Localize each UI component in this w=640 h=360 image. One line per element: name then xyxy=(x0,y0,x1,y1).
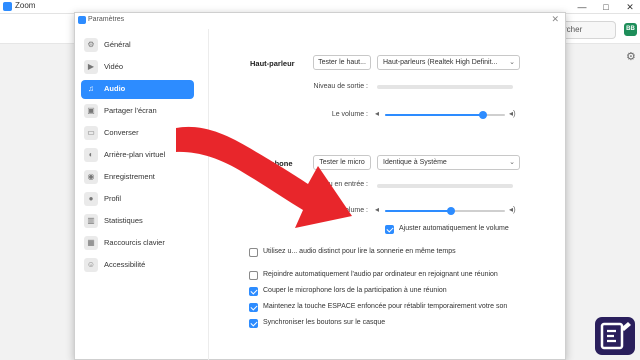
watermark-logo-icon xyxy=(595,317,635,355)
volume-high-icon: ◂) xyxy=(509,205,516,214)
microphone-section-label: Microphone xyxy=(250,159,293,168)
input-level-meter xyxy=(377,184,513,188)
sidebar-item-general[interactable]: ⚙ Général xyxy=(81,36,194,55)
chevron-down-icon: ⌄ xyxy=(509,159,515,166)
test-speaker-button[interactable]: Tester le haut... xyxy=(313,55,371,70)
sidebar-item-label: Partager l'écran xyxy=(104,106,157,115)
minimize-button[interactable]: — xyxy=(572,0,592,14)
output-level-meter xyxy=(377,85,513,89)
microphone-volume-label: Le volume : xyxy=(331,207,368,214)
record-icon: ◉ xyxy=(84,170,98,184)
sidebar-item-profile[interactable]: ● Profil xyxy=(81,190,194,209)
sidebar-item-label: Enregistrement xyxy=(104,172,155,181)
chevron-down-icon: ⌄ xyxy=(509,59,515,66)
avatar[interactable]: BB xyxy=(624,23,637,36)
sidebar-item-virtual-background[interactable]: ◐ Arrière-plan virtuel xyxy=(81,146,194,165)
sidebar-item-share-screen[interactable]: ▣ Partager l'écran xyxy=(81,102,194,121)
option-checkbox[interactable] xyxy=(249,287,258,296)
sidebar-item-label: Converser xyxy=(104,128,139,137)
volume-high-icon: ◂) xyxy=(509,109,516,118)
option-label: Maintenez la touche ESPACE enfoncée pour… xyxy=(263,303,508,310)
statistics-icon: ▥ xyxy=(84,214,98,228)
search-input[interactable]: rcher xyxy=(560,21,616,39)
sidebar-item-video[interactable]: ▶ Vidéo xyxy=(81,58,194,77)
speaker-section-label: Haut-parleur xyxy=(250,59,295,68)
speaker-volume-slider[interactable] xyxy=(385,111,505,119)
option-label: Utilisez u... audio distinct pour lire l… xyxy=(263,248,456,255)
option-label: Synchroniser les boutons sur le casque xyxy=(263,319,386,326)
auto-adjust-checkbox[interactable] xyxy=(385,225,394,234)
volume-low-icon: ◂ xyxy=(375,109,380,118)
sidebar-item-label: Vidéo xyxy=(104,62,124,71)
maximize-button[interactable]: □ xyxy=(596,0,616,14)
microphone-device-value: Identique à Système xyxy=(383,159,447,166)
slider-fill xyxy=(385,210,451,212)
slider-thumb[interactable] xyxy=(479,111,488,119)
video-icon: ▶ xyxy=(84,60,98,74)
gear-icon: ⚙ xyxy=(84,38,98,52)
headphones-icon: ♫ xyxy=(84,82,98,96)
dialog-titlebar: Paramètres ✕ xyxy=(75,13,565,29)
sidebar-item-audio[interactable]: ♫ Audio xyxy=(81,80,194,99)
auto-adjust-label: Ajuster automatiquement le volume xyxy=(399,225,509,232)
output-level-label: Niveau de sortie : xyxy=(313,83,368,90)
close-window-button[interactable]: ✕ xyxy=(620,0,640,14)
input-level-label: Niveau en entrée : xyxy=(310,181,368,188)
sidebar-item-label: Statistiques xyxy=(104,216,143,225)
sidebar-item-recording[interactable]: ◉ Enregistrement xyxy=(81,168,194,187)
volume-low-icon: ◂ xyxy=(375,205,380,214)
sidebar-item-chat[interactable]: ▭ Converser xyxy=(81,124,194,143)
accessibility-icon: ☺ xyxy=(84,258,98,272)
profile-icon: ● xyxy=(84,192,98,206)
sidebar-item-label: Général xyxy=(104,40,131,49)
microphone-device-select[interactable]: Identique à Système ⌄ xyxy=(377,155,520,170)
microphone-volume-slider[interactable] xyxy=(385,207,505,215)
option-checkbox[interactable] xyxy=(249,303,258,312)
keyboard-icon: ▦ xyxy=(84,236,98,250)
zoom-logo-icon xyxy=(3,2,12,11)
dialog-close-button[interactable]: ✕ xyxy=(551,14,559,25)
option-checkbox[interactable] xyxy=(249,319,258,328)
slider-thumb[interactable] xyxy=(447,207,455,215)
sidebar-item-statistics[interactable]: ▥ Statistiques xyxy=(81,212,194,231)
audio-settings-panel: Haut-parleur Tester le haut... Haut-parl… xyxy=(210,29,566,360)
zoom-logo-icon xyxy=(78,16,86,24)
sidebar-item-accessibility[interactable]: ☺ Accessibilité xyxy=(81,256,194,275)
virtual-background-icon: ◐ xyxy=(84,148,98,162)
sidebar-item-label: Arrière-plan virtuel xyxy=(104,150,166,159)
sidebar-item-label: Profil xyxy=(104,194,122,203)
option-checkbox[interactable] xyxy=(249,248,258,257)
speaker-device-select[interactable]: Haut-parleurs (Realtek High Definit... ⌄ xyxy=(377,55,520,70)
speaker-device-value: Haut-parleurs (Realtek High Definit... xyxy=(383,59,498,66)
settings-sidebar: ⚙ Général ▶ Vidéo ♫ Audio ▣ Partager l'é… xyxy=(75,29,209,360)
option-checkbox[interactable] xyxy=(249,271,258,280)
option-label: Couper le microphone lors de la particip… xyxy=(263,287,447,294)
option-label: Rejoindre automatiquement l'audio par or… xyxy=(263,271,498,278)
sidebar-item-label: Audio xyxy=(104,84,126,93)
speaker-volume-label: Le volume : xyxy=(331,111,368,118)
share-screen-icon: ▣ xyxy=(84,104,98,118)
sidebar-item-keyboard-shortcuts[interactable]: ▦ Raccourcis clavier xyxy=(81,234,194,253)
settings-dialog: Paramètres ✕ ⚙ Général ▶ Vidéo ♫ Audio ▣… xyxy=(74,12,566,360)
app-title: Zoom xyxy=(15,1,36,10)
test-microphone-button[interactable]: Tester le micro xyxy=(313,155,371,170)
dialog-title: Paramètres xyxy=(88,16,125,23)
sidebar-item-label: Accessibilité xyxy=(104,260,146,269)
slider-fill xyxy=(385,114,484,116)
settings-gear-icon[interactable]: ⚙ xyxy=(626,50,636,63)
sidebar-item-label: Raccourcis clavier xyxy=(104,238,165,247)
chat-icon: ▭ xyxy=(84,126,98,140)
